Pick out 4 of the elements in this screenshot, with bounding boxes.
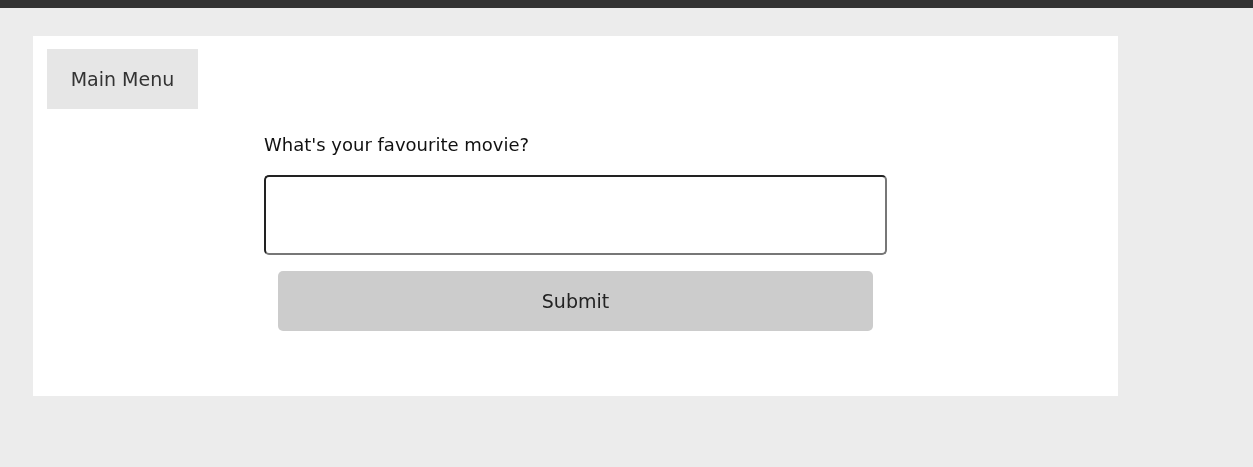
submit-button[interactable]: Submit — [278, 271, 873, 331]
answer-field[interactable] — [264, 175, 887, 255]
question-label: What's your favourite movie? — [264, 133, 531, 157]
main-menu-button[interactable]: Main Menu — [47, 49, 198, 109]
